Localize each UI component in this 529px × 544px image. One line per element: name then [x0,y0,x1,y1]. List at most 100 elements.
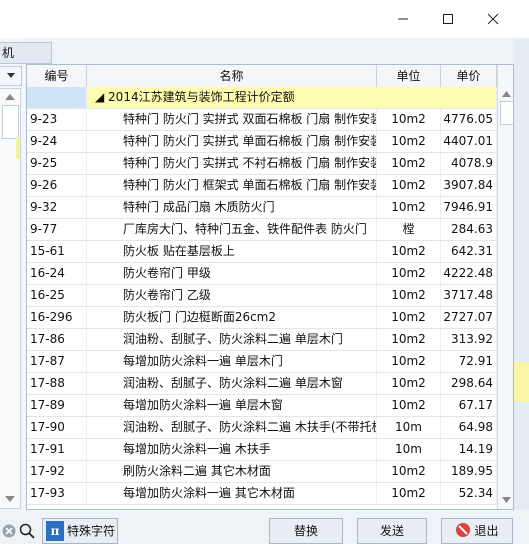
scroll-down-icon [5,496,15,502]
row-name: 每增加防火涂料一遍 其它木材面 [87,483,377,504]
group-label: ◢ 2014江苏建筑与装饰工程计价定额 [87,87,497,108]
row-code: 17-87 [27,351,87,372]
table-row[interactable]: 17-91 每增加防火涂料一遍 木扶手 10m 14.19 [27,439,497,461]
row-price: 67.17 [441,395,497,416]
table-scroll-thumb[interactable] [500,101,513,125]
row-name: 润油粉、刮腻子、防火涂料二遍 单层木窗 [87,373,377,394]
row-price: 4222.48 [441,263,497,284]
row-name: 特种门 防火门 实拼式 双面石棉板 门扇 制作安装 [87,109,377,130]
table-row[interactable]: 16-24 防火卷帘门 甲级 10m2 4222.48 [27,263,497,285]
row-unit: 10m [377,439,441,460]
maximize-button[interactable] [426,0,470,38]
row-code: 16-296 [27,307,87,328]
send-button[interactable]: 发送 [357,518,427,544]
table-row[interactable]: 9-26 特种门 防火门 框架式 单面石棉板 门扇 制作安装 10m2 3907.84 [27,175,497,197]
left-dropdown[interactable] [0,66,22,86]
row-price: 3907.84 [441,175,497,196]
table-row[interactable]: 16-25 防火卷帘门 乙级 10m2 3717.48 [27,285,497,307]
row-name: 刷防火涂料二遍 其它木材面 [87,461,377,482]
row-name: 特种门 防火门 实拼式 不衬石棉板 门扇 制作安装 [87,153,377,174]
row-price: 298.64 [441,373,497,394]
table-row[interactable]: 17-92 刷防火涂料二遍 其它木材面 10m2 189.95 [27,461,497,483]
search-button[interactable] [18,521,38,541]
row-name: 润油粉、刮腻子、防火涂料二遍 单层木门 [87,329,377,350]
row-name: 每增加防火涂料一遍 单层木窗 [87,395,377,416]
scroll-up-icon [502,91,511,97]
group-code-cell [27,87,87,108]
row-code: 9-24 [27,131,87,152]
row-price: 72.91 [441,351,497,372]
row-code: 17-90 [27,417,87,438]
row-name: 防火卷帘门 乙级 [87,285,377,306]
row-unit: 樘 [377,219,441,240]
row-name: 防火板门 门边梃断面26cm2 [87,307,377,328]
clear-button[interactable] [0,521,18,541]
row-code: 17-93 [27,483,87,504]
right-strip [514,38,529,544]
table-row[interactable]: 17-87 每增加防火涂料一遍 单层木门 10m2 72.91 [27,351,497,373]
exit-icon [456,523,471,537]
table-row[interactable]: 17-86 润油粉、刮腻子、防火涂料二遍 单层木门 10m2 313.92 [27,329,497,351]
row-price: 313.92 [441,329,497,350]
row-unit: 10m2 [377,131,441,152]
left-highlight [16,137,20,159]
scroll-up-icon [5,94,15,100]
header-unit[interactable]: 单位 [377,65,441,87]
row-code: 9-23 [27,109,87,130]
table-row[interactable]: 17-93 每增加防火涂料一遍 其它木材面 10m2 52.34 [27,483,497,505]
header-code[interactable]: 编号 [27,65,87,87]
row-unit: 10m2 [377,197,441,218]
row-code: 16-24 [27,263,87,284]
table-scrollbar[interactable] [497,65,513,509]
header-name[interactable]: 名称 [87,65,377,87]
chevron-down-icon [6,73,15,78]
row-code: 9-32 [27,197,87,218]
row-price: 64.98 [441,417,497,438]
row-name: 特种门 成品门扇 木质防火门 [87,197,377,218]
row-code: 9-77 [27,219,87,240]
left-tab[interactable]: 机 [0,42,52,64]
close-button[interactable] [471,0,515,38]
left-scroll-thumb[interactable] [2,105,19,139]
left-scrollbar[interactable] [0,88,21,509]
quota-table: 编号 名称 单位 单价 ◢ 2014江苏建筑与装饰工程计价定额 9-23 特种门 … [26,64,514,510]
row-code: 9-26 [27,175,87,196]
row-unit: 10m2 [377,461,441,482]
table-row[interactable]: 16-296 防火板门 门边梃断面26cm2 10m2 2727.07 [27,307,497,329]
table-row[interactable]: 9-23 特种门 防火门 实拼式 双面石棉板 门扇 制作安装 10m2 4776.05 [27,109,497,131]
row-price: 2727.07 [441,307,497,328]
row-unit: 10m2 [377,285,441,306]
row-price: 4776.05 [441,109,497,130]
row-code: 15-61 [27,241,87,262]
special-chars-button[interactable]: π 特殊字符 [42,518,118,544]
row-unit: 10m2 [377,395,441,416]
row-code: 17-88 [27,373,87,394]
row-price: 642.31 [441,241,497,262]
exit-button[interactable]: 退出 [441,518,513,544]
table-row[interactable]: 9-25 特种门 防火门 实拼式 不衬石棉板 门扇 制作安装 10m2 4078.9 [27,153,497,175]
table-row[interactable]: 17-89 每增加防火涂料一遍 单层木窗 10m2 67.17 [27,395,497,417]
table-row[interactable]: 17-88 润油粉、刮腻子、防火涂料二遍 单层木窗 10m2 298.64 [27,373,497,395]
close-icon [487,13,499,25]
window-titlebar [0,0,529,38]
minimize-button[interactable] [381,0,425,38]
replace-button[interactable]: 替换 [269,518,343,544]
minimize-icon [398,18,408,20]
row-name: 每增加防火涂料一遍 木扶手 [87,439,377,460]
table-row[interactable]: 15-61 防火板 贴在基层板上 10m2 642.31 [27,241,497,263]
clear-icon [2,524,16,538]
row-price: 4078.9 [441,153,497,174]
header-price[interactable]: 单价 [441,65,497,87]
table-row[interactable]: 17-90 润油粉、刮腻子、防火涂料二遍 木扶手(不带托板) 10m 64.98 [27,417,497,439]
row-code: 16-25 [27,285,87,306]
table-group-row[interactable]: ◢ 2014江苏建筑与装饰工程计价定额 [27,87,497,109]
table-row[interactable]: 9-24 特种门 防火门 实拼式 单面石棉板 门扇 制作安装 10m2 4407.01 [27,131,497,153]
row-unit: 10m2 [377,329,441,350]
special-chars-label: 特殊字符 [67,524,116,538]
table-header: 编号 名称 单位 单价 [27,65,497,88]
row-code: 17-86 [27,329,87,350]
table-row[interactable]: 9-32 特种门 成品门扇 木质防火门 10m2 7946.91 [27,197,497,219]
table-row[interactable]: 9-77 厂库房大门、特种门五金、铁件配件表 防火门樘 284.63 [27,219,497,241]
row-price: 3717.48 [441,285,497,306]
row-price: 7946.91 [441,197,497,218]
